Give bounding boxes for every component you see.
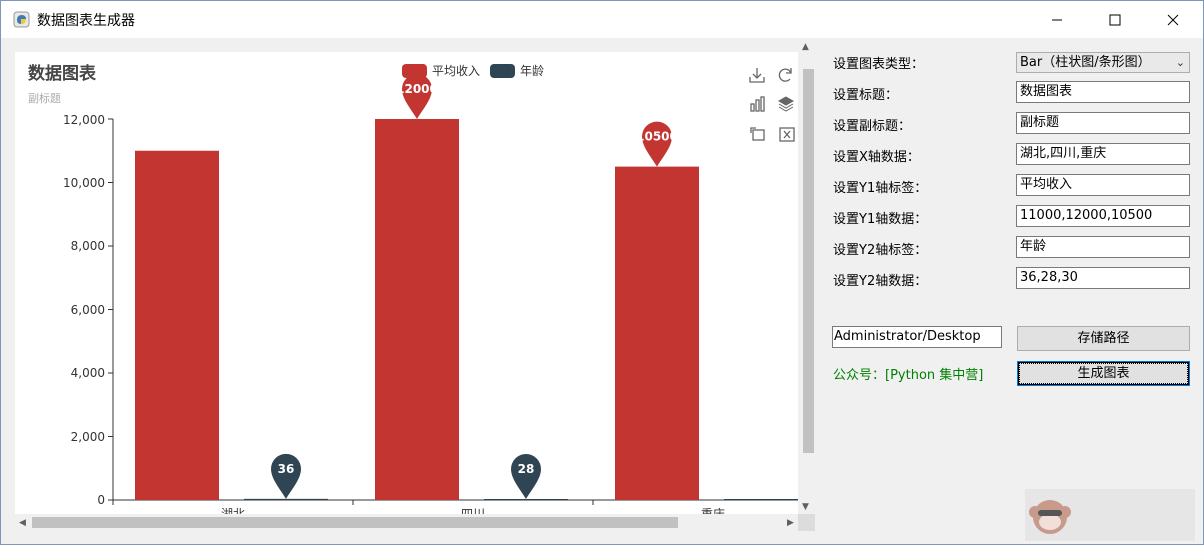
y-tick-label: 6,000	[71, 303, 105, 317]
bar-income-0[interactable]	[135, 150, 219, 500]
chart-marks: 12000 10500 36 28	[108, 74, 798, 505]
chart-subtitle: 副标题	[28, 91, 61, 105]
y-tick-label: 10,000	[63, 176, 105, 190]
vertical-scroll-thumb[interactable]	[803, 69, 814, 453]
scroll-down-icon[interactable]: ▼	[802, 502, 809, 512]
chevron-down-icon: ⌄	[1175, 56, 1185, 69]
y2-data-input[interactable]: 36,28,30	[1016, 267, 1190, 289]
legend-swatch-age	[490, 64, 515, 78]
y1-data-input[interactable]: 11000,12000,10500	[1016, 205, 1190, 227]
markpoint-label: 36	[278, 462, 295, 476]
markpoint-pin[interactable]	[511, 454, 541, 499]
maximize-icon	[1109, 14, 1121, 25]
x-data-label: 设置X轴数据：	[833, 150, 920, 165]
y2-label-input[interactable]: 年龄	[1016, 236, 1190, 258]
markpoint-pin[interactable]	[642, 121, 672, 167]
chart-view: 数据图表 副标题 平均收入 年龄 12,000 10,000 8,000 6,0…	[15, 52, 798, 514]
markpoint-label: 28	[518, 462, 535, 476]
y1-data-label: 设置Y1轴数据：	[833, 212, 928, 227]
y-tick-label: 8,000	[71, 239, 105, 253]
zoom-reset-icon[interactable]	[779, 127, 795, 142]
horizontal-scroll-thumb[interactable]	[32, 517, 678, 528]
y1-label-input[interactable]: 平均收入	[1016, 174, 1190, 196]
markpoint-label: 10500	[636, 130, 678, 144]
python-app-icon	[13, 11, 30, 28]
close-icon	[1167, 14, 1179, 25]
chart-type-select[interactable]: Bar（柱状图/条形图） ⌄	[1016, 52, 1190, 73]
bar-chart-icon[interactable]	[750, 96, 765, 112]
title-label: 设置标题：	[833, 88, 899, 103]
data-zoom-icon[interactable]	[750, 127, 765, 141]
y-tick-label: 2,000	[71, 430, 105, 444]
download-icon[interactable]	[749, 68, 765, 83]
bar-age-0[interactable]	[244, 498, 328, 500]
scroll-up-icon[interactable]: ▲	[802, 42, 809, 52]
y-tick-label: 0	[97, 493, 105, 507]
scroll-left-icon[interactable]: ◀	[19, 518, 26, 528]
bar-chart: 数据图表 副标题 平均收入 年龄 12,000 10,000 8,000 6,0…	[28, 63, 798, 514]
stack-icon[interactable]	[777, 96, 795, 112]
subtitle-label: 设置副标题：	[833, 119, 912, 134]
x-tick-label: 湖北	[221, 506, 245, 514]
bar-income-1[interactable]	[375, 119, 459, 500]
y-tick-label: 4,000	[71, 366, 105, 380]
minimize-icon	[1052, 19, 1062, 20]
scroll-right-icon[interactable]: ▶	[787, 518, 794, 528]
markpoint-pin[interactable]	[402, 74, 432, 119]
scroll-corner	[798, 514, 815, 531]
x-data-input[interactable]: 湖北,四川,重庆	[1016, 143, 1190, 165]
x-tick-label: 重庆	[701, 507, 725, 514]
subtitle-input[interactable]: 副标题	[1016, 112, 1190, 134]
maximize-button[interactable]	[1086, 1, 1144, 38]
generate-chart-button[interactable]: 生成图表	[1017, 361, 1190, 386]
y1-label-label: 设置Y1轴标签：	[833, 181, 928, 196]
bar-age-2[interactable]	[724, 499, 798, 500]
y-tick-label: 12,000	[63, 113, 105, 127]
chart-type-label: 设置图表类型：	[833, 57, 925, 72]
legend-label-age: 年龄	[520, 64, 544, 78]
title-input[interactable]: 数据图表	[1016, 81, 1190, 103]
app-window: 数据图表生成器 数据图表 副标题 平均收入 年龄 12,000 10,000 8…	[0, 0, 1204, 545]
close-button[interactable]	[1144, 1, 1202, 38]
bar-age-1[interactable]	[484, 499, 568, 500]
chart-title: 数据图表	[28, 63, 97, 84]
legend-item-age[interactable]: 年龄	[490, 64, 544, 78]
window-title: 数据图表生成器	[37, 13, 135, 29]
title-bar: 数据图表生成器	[1, 1, 1203, 38]
save-path-button[interactable]: 存储路径	[1017, 326, 1190, 351]
markpoint-pin[interactable]	[271, 453, 301, 499]
markpoint-label: 12000	[396, 82, 438, 96]
legend-label-income: 平均收入	[432, 64, 480, 78]
minimize-button[interactable]	[1028, 1, 1086, 38]
bar-income-2[interactable]	[615, 166, 699, 500]
y2-label-label: 设置Y2轴标签：	[833, 243, 928, 258]
monkey-logo-icon	[1029, 500, 1071, 534]
watermark-logo	[1025, 489, 1195, 541]
wechat-label: 公众号：[Python 集中营]	[833, 368, 984, 383]
y2-data-label: 设置Y2轴数据：	[833, 274, 928, 289]
save-path-input[interactable]: Administrator/Desktop	[832, 326, 1002, 348]
chart-type-value: Bar（柱状图/条形图）	[1020, 55, 1151, 70]
refresh-icon[interactable]	[778, 68, 792, 82]
x-tick-label: 四川	[461, 507, 485, 514]
